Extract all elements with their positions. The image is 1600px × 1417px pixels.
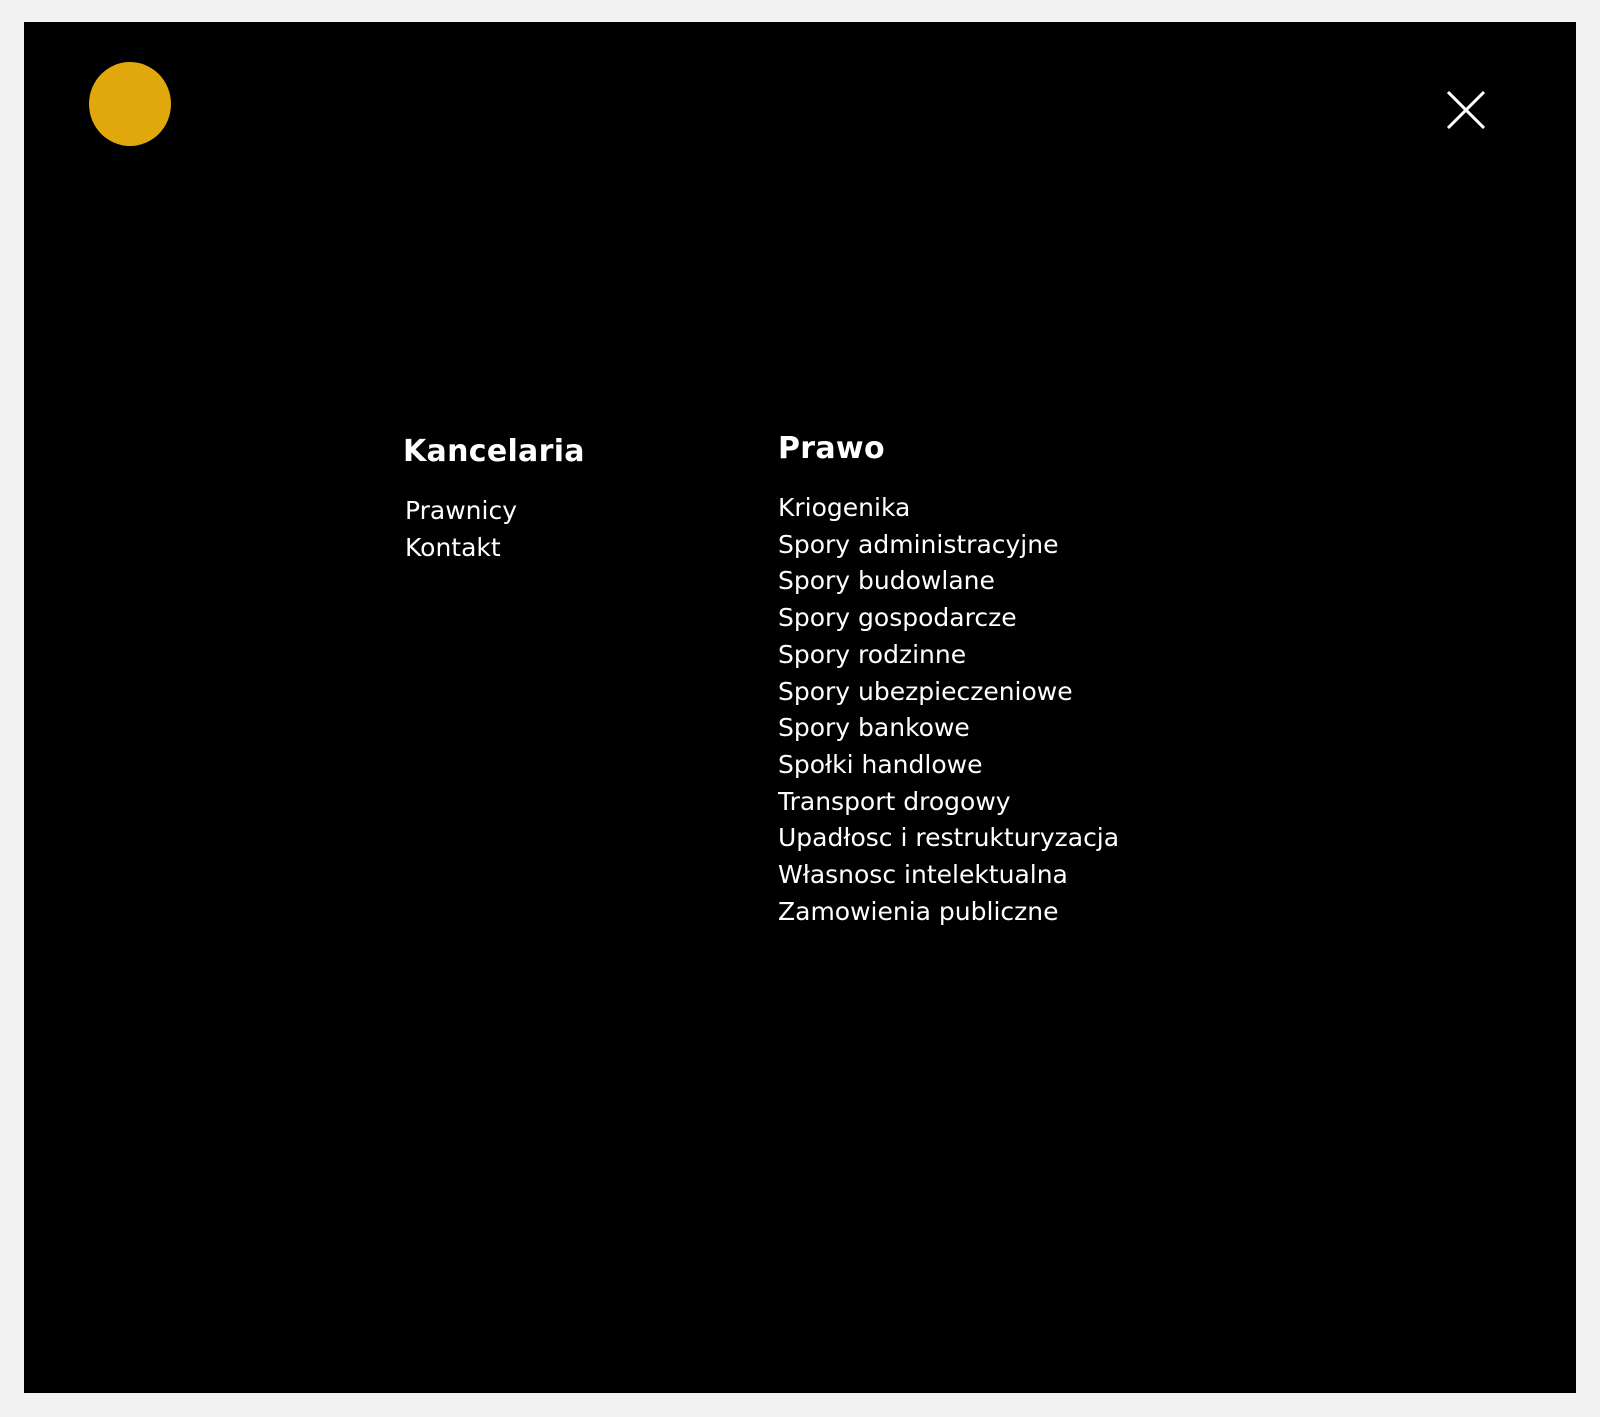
- nav-link-spory-administracyjne[interactable]: Spory administracyjne: [778, 527, 1119, 564]
- nav-link-zamowienia-publiczne[interactable]: Zamowienia publiczne: [778, 894, 1119, 931]
- nav-link-spolki-handlowe[interactable]: Społki handlowe: [778, 747, 1119, 784]
- prawo-links: Kriogenika Spory administracyjne Spory b…: [778, 490, 1119, 930]
- nav-link-upadlosc[interactable]: Upadłosc i restrukturyzacja: [778, 820, 1119, 857]
- nav-link-kriogenika[interactable]: Kriogenika: [778, 490, 1119, 527]
- kancelaria-links: Prawnicy Kontakt: [403, 493, 585, 566]
- nav-link-spory-bankowe[interactable]: Spory bankowe: [778, 710, 1119, 747]
- navigation-overlay: Kancelaria Prawnicy Kontakt Prawo Krioge…: [24, 22, 1576, 1393]
- nav-link-prawnicy[interactable]: Prawnicy: [405, 493, 585, 530]
- nav-link-transport-drogowy[interactable]: Transport drogowy: [778, 784, 1119, 821]
- kancelaria-column: Kancelaria Prawnicy Kontakt: [403, 432, 585, 566]
- kancelaria-heading: Kancelaria: [403, 434, 585, 469]
- nav-link-kontakt[interactable]: Kontakt: [405, 530, 585, 567]
- nav-link-spory-rodzinne[interactable]: Spory rodzinne: [778, 637, 1119, 674]
- prawo-column: Prawo Kriogenika Spory administracyjne S…: [778, 429, 1119, 930]
- logo-icon[interactable]: [89, 62, 171, 146]
- nav-link-spory-gospodarcze[interactable]: Spory gospodarcze: [778, 600, 1119, 637]
- close-menu-button[interactable]: [1437, 81, 1495, 139]
- nav-link-spory-budowlane[interactable]: Spory budowlane: [778, 563, 1119, 600]
- prawo-heading: Prawo: [778, 431, 885, 466]
- nav-link-wlasnosc-intelektualna[interactable]: Własnosc intelektualna: [778, 857, 1119, 894]
- nav-link-spory-ubezpieczeniowe[interactable]: Spory ubezpieczeniowe: [778, 674, 1119, 711]
- close-icon: [1447, 91, 1485, 129]
